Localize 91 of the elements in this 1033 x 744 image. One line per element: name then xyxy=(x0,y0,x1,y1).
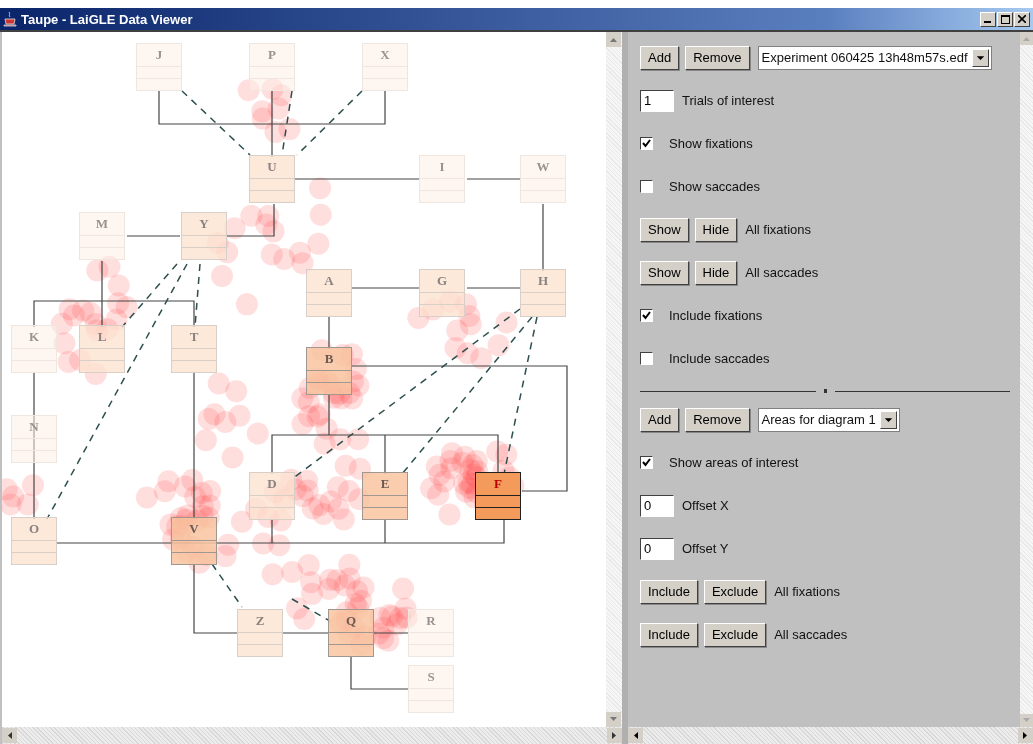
row-label: All saccades xyxy=(774,627,848,642)
dashed-connector xyxy=(296,90,363,156)
connector-line xyxy=(351,287,420,289)
class-name: W xyxy=(535,158,551,176)
dashed-connector xyxy=(181,90,251,156)
panel-button[interactable]: Hide xyxy=(694,260,738,285)
class-name: N xyxy=(28,418,40,436)
close-button[interactable] xyxy=(1014,11,1030,27)
input-field[interactable]: 0 xyxy=(640,494,674,517)
class-name: D xyxy=(266,475,278,493)
class-name: U xyxy=(266,158,278,176)
field-label: Trials of interest xyxy=(682,93,774,108)
class-name: G xyxy=(435,272,449,290)
scroll-left-button[interactable] xyxy=(2,728,17,743)
field-label: Offset X xyxy=(682,498,729,513)
row-label: All saccades xyxy=(745,265,819,280)
panel-button[interactable]: Show xyxy=(640,260,689,285)
panel-button[interactable]: Hide xyxy=(694,217,738,242)
minimize-button[interactable] xyxy=(980,11,996,27)
row-label: All fixations xyxy=(774,584,840,599)
horizontal-scrollbar[interactable] xyxy=(628,727,1033,744)
caret-icon xyxy=(971,48,989,67)
dashed-connector xyxy=(291,598,331,622)
checkbox[interactable] xyxy=(640,180,653,193)
checkbox[interactable] xyxy=(640,352,653,365)
maximize-button[interactable] xyxy=(997,11,1013,27)
connector-line xyxy=(373,632,409,634)
panel-button[interactable]: Include xyxy=(640,622,698,647)
connector-line xyxy=(466,178,521,180)
checkbox-label: Include fixations xyxy=(669,308,763,323)
class-name: L xyxy=(96,328,108,346)
class-name: Q xyxy=(344,612,358,630)
connector-line xyxy=(328,316,330,350)
scroll-right-button[interactable] xyxy=(607,728,622,743)
checkbox-label: Show saccades xyxy=(669,179,761,194)
class-name: K xyxy=(27,328,41,346)
class-name: F xyxy=(493,475,503,493)
class-name: R xyxy=(425,612,437,630)
dropdown[interactable]: Areas for diagram 1 xyxy=(757,407,900,432)
vertical-scrollbar[interactable] xyxy=(606,32,622,727)
checkbox-label: Show fixations xyxy=(669,136,753,151)
maximize-icon xyxy=(1000,14,1010,24)
class-name: A xyxy=(323,272,335,290)
connector-line xyxy=(226,203,275,237)
class-name: Z xyxy=(254,612,266,630)
row-label: All fixations xyxy=(745,222,812,237)
connector-line xyxy=(193,564,239,634)
class-name: T xyxy=(188,328,200,346)
class-name: H xyxy=(536,272,550,290)
class-name: E xyxy=(379,475,391,493)
class-name: V xyxy=(188,520,200,538)
class-name: I xyxy=(438,158,446,176)
checkbox[interactable] xyxy=(640,456,653,469)
class-name: S xyxy=(426,668,436,686)
checkbox-label: Include saccades xyxy=(669,351,770,366)
class-name: P xyxy=(267,46,277,64)
field-label: Offset Y xyxy=(682,541,729,556)
class-name: J xyxy=(154,46,164,64)
scroll-left-button[interactable] xyxy=(628,728,643,743)
scroll-right-button[interactable] xyxy=(1018,728,1033,743)
dropdown[interactable]: Experiment 060425 13h48m57s.edf xyxy=(757,45,992,70)
checkbox[interactable] xyxy=(640,309,653,322)
scroll-up-button[interactable] xyxy=(606,32,621,47)
panel-button[interactable]: Remove xyxy=(685,407,750,432)
class-name: M xyxy=(94,215,110,233)
input-field[interactable]: 0 xyxy=(640,537,674,560)
horizontal-scrollbar[interactable] xyxy=(2,727,622,744)
class-name: X xyxy=(379,46,391,64)
caret-icon xyxy=(879,410,897,429)
class-name: Y xyxy=(198,215,210,233)
connector-line xyxy=(542,203,544,272)
dashed-connector xyxy=(211,563,243,608)
close-icon xyxy=(1018,15,1026,23)
panel-button[interactable]: Exclude xyxy=(703,579,767,604)
cup-icon xyxy=(3,11,17,27)
panel-button[interactable]: Add xyxy=(640,45,680,70)
checkbox[interactable] xyxy=(640,137,653,150)
window-title: Taupe - LaiGLE Data Viewer xyxy=(21,11,193,27)
connector-line xyxy=(350,656,409,690)
panel-button[interactable]: Exclude xyxy=(703,622,767,647)
input-field[interactable]: 1 xyxy=(640,89,674,112)
connector-line xyxy=(282,632,329,634)
connector-line xyxy=(466,287,521,289)
checkbox-label: Show areas of interest xyxy=(669,455,799,470)
connector-line xyxy=(126,235,181,237)
class-name: O xyxy=(27,520,41,538)
panel-button[interactable]: Include xyxy=(640,579,698,604)
panel-button[interactable]: Show xyxy=(640,217,689,242)
panel-button[interactable]: Remove xyxy=(685,45,750,70)
class-name: B xyxy=(323,350,335,368)
panel-button[interactable]: Add xyxy=(640,407,680,432)
